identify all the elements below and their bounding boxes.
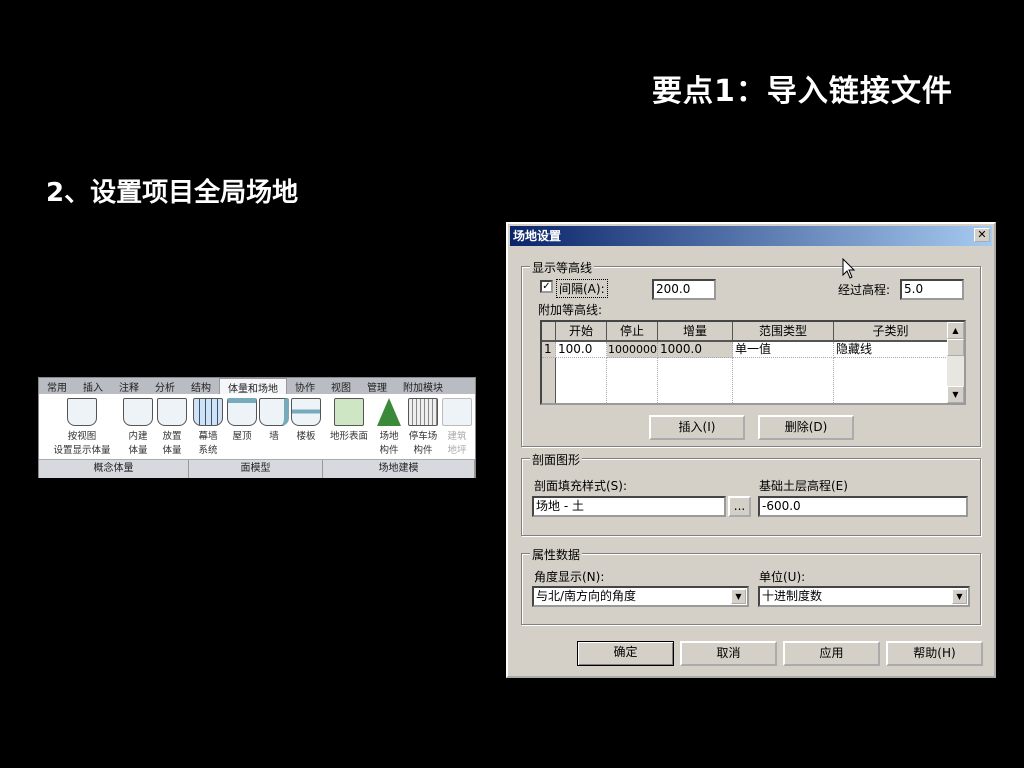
curtain-system-button[interactable]: 幕墙 系统 [191, 398, 225, 458]
table-scrollbar[interactable]: ▲ ▼ [947, 322, 964, 403]
floor-button[interactable]: 楼板 [289, 398, 323, 444]
cell-subcategory[interactable]: 隐藏线 [834, 342, 948, 358]
base-elevation-input[interactable]: -600.0 [758, 496, 968, 517]
tab-manage[interactable]: 管理 [359, 378, 395, 394]
tree-icon [377, 398, 401, 426]
angle-display-label: 角度显示(N): [534, 570, 605, 584]
row-number: 1 [542, 342, 556, 358]
mouse-cursor-icon [842, 258, 856, 279]
cancel-button[interactable]: 取消 [680, 641, 777, 666]
show-mass-button[interactable]: 按视图 设置显示体量 [47, 398, 117, 458]
row-header-corner [542, 322, 556, 342]
angle-display-select[interactable]: 与北/南方向的角度 ▼ [532, 586, 749, 607]
slide-subtitle: 2、设置项目全局场地 [46, 178, 299, 208]
floor-icon [291, 398, 321, 426]
additional-contours-label: 附加等高线: [538, 303, 603, 317]
section-legend: 剖面图形 [530, 451, 583, 468]
cell-range-type[interactable]: 单一值 [733, 342, 834, 358]
scroll-thumb[interactable] [947, 339, 964, 356]
cell-increment[interactable]: 1000.0 [658, 342, 733, 358]
interval-label: 间隔(A): [556, 279, 608, 298]
building-pad-icon [442, 398, 472, 426]
base-elevation-label: 基础土层高程(E) [759, 479, 848, 493]
pass-elevation-label: 经过高程: [838, 283, 891, 297]
insert-button[interactable]: 插入(I) [649, 415, 745, 440]
cell-stop[interactable]: 1000000 [607, 342, 658, 358]
tab-annotate[interactable]: 注释 [111, 378, 147, 394]
mass-lightbulb-icon [67, 398, 97, 426]
contour-legend: 显示等高线 [530, 259, 595, 276]
chevron-down-icon[interactable]: ▼ [952, 589, 967, 604]
panel-model-by-face: 面模型 [189, 460, 323, 478]
scroll-down-icon[interactable]: ▼ [947, 386, 964, 403]
site-component-button[interactable]: 场地 构件 [373, 398, 405, 458]
tab-home[interactable]: 常用 [39, 378, 75, 394]
tab-addins[interactable]: 附加模块 [395, 378, 451, 394]
col-start[interactable]: 开始 [556, 322, 607, 342]
wall-button[interactable]: 墙 [257, 398, 291, 444]
fill-pattern-label: 剖面填充样式(S): [534, 479, 628, 493]
cell-start[interactable]: 100.0 [556, 342, 607, 358]
scroll-up-icon[interactable]: ▲ [947, 322, 964, 339]
interval-input[interactable]: 200.0 [652, 279, 716, 300]
tab-view[interactable]: 视图 [323, 378, 359, 394]
fill-pattern-input[interactable]: 场地 - 土 [532, 496, 726, 517]
ok-button[interactable]: 确定 [577, 641, 674, 666]
interval-checkbox[interactable]: ✓ [540, 280, 553, 293]
tab-collaborate[interactable]: 协作 [287, 378, 323, 394]
ribbon-tabs: 常用 插入 注释 分析 结构 体量和场地 协作 视图 管理 附加模块 [39, 378, 475, 395]
roof-icon [227, 398, 257, 426]
col-range-type[interactable]: 范围类型 [733, 322, 834, 342]
units-label: 单位(U): [759, 570, 806, 584]
place-mass-icon [157, 398, 187, 426]
curtain-grid-icon [193, 398, 223, 426]
panel-site-modeling: 场地建模 [323, 460, 475, 478]
tab-analyze[interactable]: 分析 [147, 378, 183, 394]
units-select[interactable]: 十进制度数 ▼ [758, 586, 970, 607]
col-subcategory[interactable]: 子类别 [834, 322, 948, 342]
toposurface-button[interactable]: 地形表面 [325, 398, 373, 444]
in-place-mass-icon [123, 398, 153, 426]
browse-button[interactable]: ... [728, 496, 751, 517]
dialog-title: 场地设置 [513, 229, 562, 243]
slide-title: 要点1：导入链接文件 [652, 74, 953, 109]
panel-conceptual-mass: 概念体量 [39, 460, 189, 478]
apply-button[interactable]: 应用 [783, 641, 880, 666]
wall-icon [259, 398, 289, 426]
chevron-down-icon[interactable]: ▼ [731, 589, 746, 604]
additional-contours-table[interactable]: 开始 停止 增量 范围类型 子类别 1 100.0 1000000 1000.0… [540, 320, 966, 405]
tab-insert[interactable]: 插入 [75, 378, 111, 394]
property-legend: 属性数据 [530, 546, 583, 563]
tab-massing-site[interactable]: 体量和场地 [219, 378, 287, 395]
site-settings-dialog: 场地设置 ✕ 显示等高线 ✓ 间隔(A): 200.0 经过高程: 5.0 附加… [506, 222, 996, 678]
pass-elevation-input[interactable]: 5.0 [900, 279, 964, 300]
close-button[interactable]: ✕ [974, 228, 990, 242]
toposurface-icon [334, 398, 364, 426]
parking-icon [408, 398, 438, 426]
delete-button[interactable]: 删除(D) [758, 415, 854, 440]
parking-component-button[interactable]: 停车场 构件 [405, 398, 441, 458]
building-pad-button[interactable]: 建筑 地坪 [441, 398, 473, 458]
help-button[interactable]: 帮助(H) [886, 641, 983, 666]
tab-structure[interactable]: 结构 [183, 378, 219, 394]
roof-button[interactable]: 屋顶 [225, 398, 259, 444]
col-stop[interactable]: 停止 [607, 322, 658, 342]
in-place-mass-button[interactable]: 内建 体量 [121, 398, 155, 458]
place-mass-button[interactable]: 放置 体量 [155, 398, 189, 458]
ribbon: 常用 插入 注释 分析 结构 体量和场地 协作 视图 管理 附加模块 按视图 设置… [38, 377, 476, 478]
panel-labels: 概念体量 面模型 场地建模 [39, 459, 475, 478]
dialog-title-bar[interactable]: 场地设置 ✕ [510, 226, 992, 246]
col-increment[interactable]: 增量 [658, 322, 733, 342]
